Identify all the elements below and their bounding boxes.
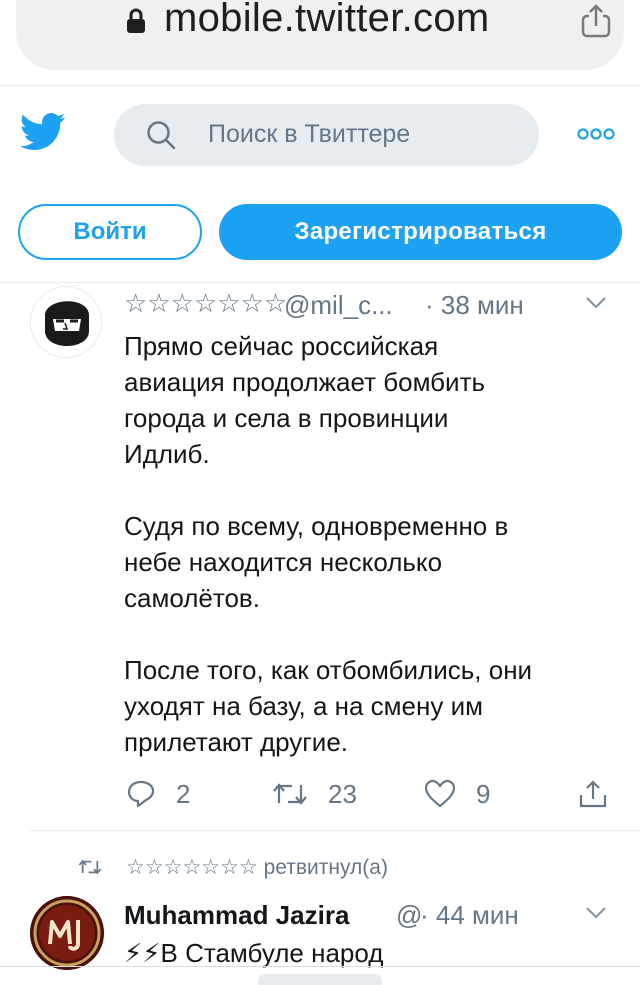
retweet-icon — [273, 783, 307, 805]
reply-icon — [127, 780, 155, 808]
more-icon[interactable] — [577, 128, 615, 140]
bottom-bar-divider — [0, 966, 640, 967]
retweet-icon — [78, 859, 102, 875]
tweet-author-name[interactable]: ☆☆☆☆☆☆☆ — [124, 288, 287, 319]
mj-logo-avatar-icon — [30, 896, 104, 970]
tweet-divider — [30, 830, 640, 831]
tweet-author-handle[interactable]: @mil_c... — [284, 290, 393, 321]
tweet-text: ⚡⚡В Стамбуле народ — [124, 938, 384, 968]
tweet-timestamp[interactable]: · 44 мин — [420, 900, 519, 931]
tweet-author-name[interactable]: Muhammad Jazira — [124, 900, 349, 931]
retweet-count: 23 — [328, 778, 357, 809]
search-icon — [147, 121, 176, 150]
search-placeholder: Поиск в Твиттере — [208, 120, 411, 148]
retweet-action[interactable]: 23 — [272, 776, 357, 812]
reply-count: 2 — [176, 778, 191, 809]
reply-action[interactable]: 2 — [126, 776, 190, 812]
share-icon[interactable] — [579, 4, 613, 38]
bottom-toolbar-handle[interactable] — [258, 974, 382, 985]
bearded-man-avatar-icon — [31, 287, 101, 357]
signup-button[interactable]: Зарегистрироваться — [219, 204, 622, 260]
retweeted-by-label[interactable]: ☆☆☆☆☆☆☆ ретвитнул(а) — [126, 855, 388, 880]
chevron-down-icon[interactable] — [585, 296, 607, 310]
twitter-logo-icon[interactable] — [20, 112, 66, 152]
tweet-timestamp[interactable]: · 38 мин — [425, 290, 524, 321]
lock-icon — [127, 8, 145, 33]
tweet-text: Прямо сейчас российская авиация продолжа… — [124, 331, 533, 757]
login-button[interactable]: Войти — [18, 204, 202, 260]
share-icon — [579, 780, 607, 808]
browser-url-bar-area: mobile.twitter.com — [0, 0, 640, 86]
like-count: 9 — [476, 778, 491, 809]
avatar[interactable] — [30, 896, 104, 970]
avatar[interactable] — [30, 286, 102, 358]
tweet-author-handle[interactable]: @ — [396, 900, 422, 931]
url-text[interactable]: mobile.twitter.com — [164, 0, 490, 41]
url-bar[interactable]: mobile.twitter.com — [16, 0, 624, 70]
share-action[interactable] — [578, 776, 608, 812]
heart-icon — [424, 779, 456, 808]
like-action[interactable]: 9 — [424, 776, 490, 812]
chevron-down-icon[interactable] — [585, 906, 607, 920]
header-divider — [0, 282, 640, 283]
search-input[interactable]: Поиск в Твиттере — [114, 104, 539, 166]
